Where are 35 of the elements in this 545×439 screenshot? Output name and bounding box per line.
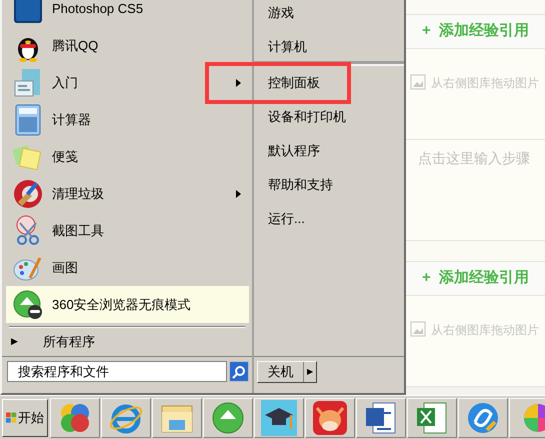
- menu-item[interactable]: 计算机: [254, 30, 404, 66]
- program-item[interactable]: 清理垃圾: [6, 175, 249, 212]
- image-icon: [410, 321, 426, 337]
- menu-item[interactable]: 默认程序: [254, 134, 404, 168]
- taskbar-app-button[interactable]: [356, 398, 406, 438]
- program-item[interactable]: 腾讯QQ: [6, 27, 249, 64]
- program-item[interactable]: 便笺: [6, 138, 249, 175]
- program-item[interactable]: 计算器: [6, 101, 249, 138]
- program-item[interactable]: Photoshop CS5: [6, 0, 249, 27]
- search-icon: [232, 364, 246, 378]
- drop-hint: 从右侧图库拖动图片: [431, 75, 539, 92]
- submenu-arrow-icon: [236, 78, 241, 86]
- shutdown-button[interactable]: 关机 ▶: [257, 361, 317, 383]
- program-item[interactable]: 360安全浏览器无痕模式: [6, 286, 249, 323]
- windows-logo-icon: [6, 410, 17, 424]
- menu-item[interactable]: 帮助和支持: [254, 168, 404, 202]
- menu-item[interactable]: 设备和打印机: [254, 100, 404, 134]
- program-item[interactable]: 画图: [6, 249, 249, 286]
- program-item[interactable]: 截图工具: [6, 212, 249, 249]
- start-button[interactable]: 开始: [2, 398, 48, 436]
- search-button[interactable]: [229, 361, 249, 382]
- menu-item[interactable]: 控制面板: [254, 66, 404, 100]
- broom-icon: [12, 178, 44, 210]
- submenu-arrow-icon: [236, 190, 241, 198]
- graduation-cap-icon: [261, 400, 297, 436]
- drop-hint: 从右侧图库拖动图片: [431, 322, 539, 339]
- taskbar-app-button[interactable]: [254, 398, 304, 438]
- search-field[interactable]: 搜索程序和文件: [7, 361, 227, 382]
- menu-item[interactable]: 游戏: [254, 0, 404, 30]
- all-programs-item[interactable]: ▶ 所有程序: [2, 328, 252, 356]
- image-icon: [410, 74, 426, 90]
- program-item[interactable]: 入门: [6, 64, 249, 101]
- menu-item[interactable]: 运行...: [254, 202, 404, 236]
- browser-private-icon: [12, 288, 44, 320]
- cow-face-icon: [312, 400, 348, 436]
